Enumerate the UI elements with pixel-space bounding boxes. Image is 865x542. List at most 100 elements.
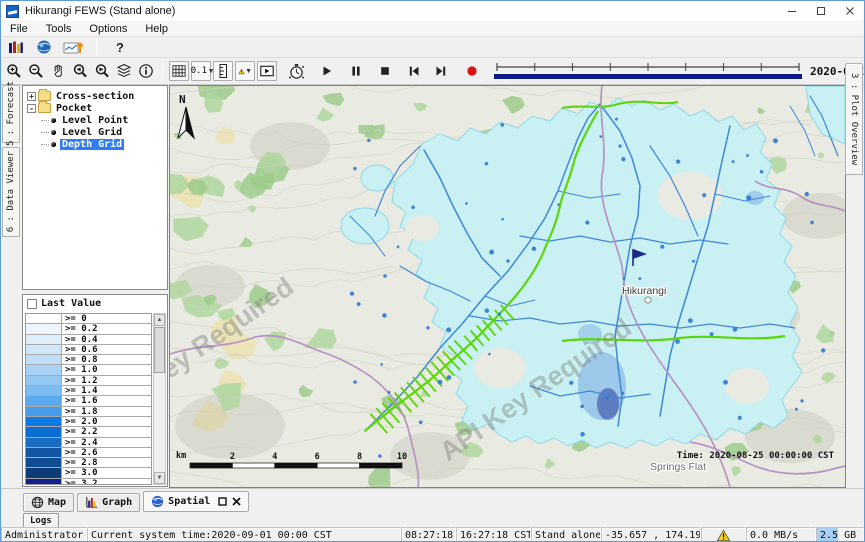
- tab-label: Spatial: [168, 496, 210, 507]
- tab-map[interactable]: Map: [23, 493, 74, 512]
- menu-help[interactable]: Help: [136, 23, 177, 35]
- status-cell-3: 16:27:18 CST: [456, 527, 531, 542]
- logs-button[interactable]: Logs: [23, 513, 59, 528]
- tree-toggle-icon[interactable]: -: [27, 104, 36, 113]
- status-bar: AdministratorCurrent system time:2020-09…: [1, 527, 864, 542]
- side-tab-forecast[interactable]: 5 : Forecast: [2, 85, 20, 143]
- legend-class-label: >= 2.0: [62, 417, 98, 426]
- zoom-in-icon[interactable]: [4, 61, 24, 81]
- logs-button-label: Logs: [30, 516, 52, 526]
- menu-file[interactable]: File: [1, 23, 37, 35]
- layers-icon[interactable]: [114, 61, 134, 81]
- tree-node-depth-grid[interactable]: Depth Grid: [23, 138, 167, 150]
- tree-node-level-grid[interactable]: Level Grid: [23, 126, 167, 138]
- tree-node-level-point[interactable]: Level Point: [23, 114, 167, 126]
- timeline-slider[interactable]: [491, 60, 805, 82]
- maximize-panel-icon[interactable]: [218, 497, 227, 506]
- interval-value: 0.1: [191, 66, 207, 76]
- tree-connector: [41, 132, 49, 133]
- side-tab-plot-overview[interactable]: 3 : Plot Overview: [845, 63, 863, 175]
- legend-class-label: >= 3.2: [62, 479, 98, 485]
- chevron-down-icon: ▼: [245, 68, 252, 75]
- tree-connector: [41, 144, 49, 145]
- legend-row: >= 2.6: [26, 448, 151, 458]
- menu-options[interactable]: Options: [80, 23, 136, 35]
- minimize-icon[interactable]: [777, 1, 806, 21]
- status-cell-0: Administrator: [1, 527, 87, 542]
- record-icon[interactable]: [462, 61, 482, 81]
- legend-row: >= 2.8: [26, 458, 151, 468]
- tree-node-label[interactable]: Level Point: [60, 115, 130, 126]
- legend-row: >= 0.6: [26, 345, 151, 355]
- tab-spatial[interactable]: Spatial: [143, 491, 249, 512]
- legend-class-label: >= 0.8: [62, 355, 98, 364]
- toolbar-separator: [162, 63, 163, 79]
- tree-node-label[interactable]: Depth Grid: [60, 139, 124, 150]
- content-area: 5 : Forecast 6 : Data Viewer + Cross-secti…: [1, 85, 864, 488]
- legend-color-swatch: [26, 314, 62, 323]
- info-icon[interactable]: [136, 61, 156, 81]
- scrollbar-thumb[interactable]: [154, 327, 165, 373]
- map-display-icon[interactable]: [34, 37, 54, 57]
- step-forward-icon[interactable]: [431, 61, 451, 81]
- legend-scrollbar[interactable]: ▲ ▼: [153, 313, 166, 485]
- tab-graph[interactable]: Graph: [77, 493, 140, 512]
- maximize-icon[interactable]: [806, 1, 835, 21]
- filter-tree[interactable]: + Cross-section - PocketLevel PointLevel Gr…: [22, 85, 168, 290]
- legend-class-label: >= 0.2: [62, 324, 98, 333]
- last-value-label: Last Value: [41, 298, 101, 309]
- legend-color-swatch: [26, 407, 62, 416]
- status-cell-8: 2.5 GB: [816, 527, 864, 542]
- close-icon[interactable]: [835, 1, 864, 21]
- side-tab-label: 3 : Plot Overview: [849, 73, 859, 165]
- tree-toggle-icon[interactable]: +: [27, 92, 36, 101]
- grid-icon[interactable]: [169, 61, 189, 81]
- menu-tools[interactable]: Tools: [37, 23, 81, 35]
- tab-controls: [218, 497, 241, 506]
- zoom-previous-icon[interactable]: [70, 61, 90, 81]
- town-marker: [645, 297, 651, 303]
- status-text: 08:27:18 GMT: [405, 530, 456, 541]
- warning-icon: [716, 529, 731, 542]
- stop-icon[interactable]: [375, 61, 395, 81]
- map-time-label: Time: 2020-08-25 00:00:00 CST: [677, 450, 835, 461]
- globe-wireframe-icon: [31, 496, 44, 509]
- animation-icon[interactable]: [257, 61, 277, 81]
- help-icon[interactable]: ?: [116, 40, 124, 55]
- legend-row: >= 1.6: [26, 396, 151, 406]
- timer-icon[interactable]: [286, 61, 306, 81]
- status-text: 2.5 GB: [820, 530, 856, 541]
- spatial-map[interactable]: API Key Required API Key Required Hikura…: [169, 85, 846, 488]
- side-tab-viewer[interactable]: 6 : Data Viewer: [2, 147, 20, 237]
- tree-node-label[interactable]: Pocket: [54, 103, 94, 114]
- warning-dropdown[interactable]: ▼: [235, 61, 255, 81]
- status-cell-1: Current system time:2020-09-01 00:00 CST: [87, 527, 401, 542]
- explorer-icon[interactable]: [5, 37, 25, 57]
- step-back-icon[interactable]: [404, 61, 424, 81]
- play-icon[interactable]: [317, 61, 337, 81]
- timeseries-dialog-icon[interactable]: [63, 37, 85, 57]
- pan-icon[interactable]: [48, 61, 68, 81]
- svg-text:6: 6: [315, 452, 320, 462]
- zoom-next-icon[interactable]: [92, 61, 112, 81]
- right-tab-strip: 3 : Plot Overview: [845, 61, 864, 488]
- tree-node-label[interactable]: Cross-section: [54, 91, 136, 102]
- zoom-out-icon[interactable]: [26, 61, 46, 81]
- ruler-icon[interactable]: [213, 61, 233, 81]
- tree-node-pocket[interactable]: - Pocket: [23, 102, 167, 114]
- close-panel-icon[interactable]: [232, 497, 241, 506]
- legend-row: >= 0: [26, 314, 151, 324]
- title-bar[interactable]: Hikurangi FEWS (Stand alone): [1, 1, 864, 21]
- pause-icon[interactable]: [346, 61, 366, 81]
- main-toolbar: ?: [1, 37, 864, 58]
- last-value-checkbox[interactable]: [27, 299, 37, 309]
- scroll-down-icon[interactable]: ▼: [154, 472, 165, 484]
- place-label-springs-flat: Springs Flat: [650, 461, 706, 473]
- tree-node-label[interactable]: Level Grid: [60, 127, 124, 138]
- legend-color-swatch: [26, 458, 62, 467]
- interval-dropdown[interactable]: 0.1 ▼: [191, 61, 211, 81]
- legend-class-label: >= 3.0: [62, 468, 98, 477]
- legend-class-label: >= 0.4: [62, 335, 98, 344]
- legend-color-swatch: [26, 396, 62, 405]
- scroll-up-icon[interactable]: ▲: [154, 314, 165, 326]
